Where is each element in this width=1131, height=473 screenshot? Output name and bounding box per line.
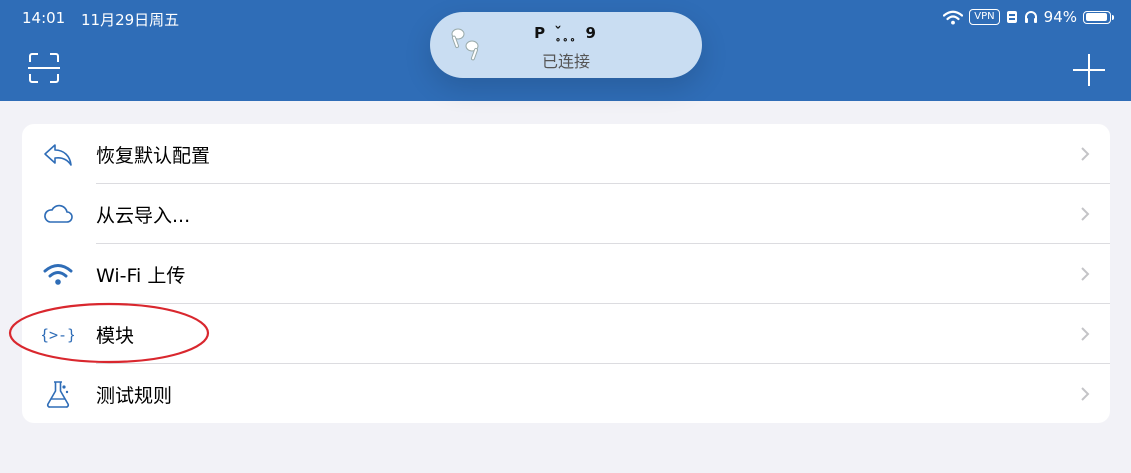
add-icon[interactable] bbox=[1071, 52, 1107, 88]
headphones-icon bbox=[1024, 11, 1037, 23]
vpn-badge: VPN bbox=[969, 9, 1000, 25]
menu-item-modules[interactable]: {>-} 模块 bbox=[22, 304, 1110, 364]
chevron-right-icon bbox=[1081, 267, 1090, 281]
device-name: P ˇ̥ ̥ ̥ 9 bbox=[534, 24, 598, 42]
connection-status: 已连接 bbox=[541, 52, 590, 71]
chevron-right-icon bbox=[1081, 387, 1090, 401]
svg-text:{>-}: {>-} bbox=[42, 326, 74, 344]
battery-percent: 94% bbox=[1043, 8, 1077, 26]
id-card-icon bbox=[1006, 11, 1017, 23]
status-indicators: VPN 94% bbox=[943, 8, 1114, 26]
chevron-right-icon bbox=[1081, 207, 1090, 221]
menu-item-test-rules[interactable]: 测试规则 bbox=[22, 364, 1110, 423]
reply-arrow-icon bbox=[44, 144, 72, 166]
wifi-icon bbox=[43, 264, 73, 285]
menu-item-restore-defaults[interactable]: 恢复默认配置 bbox=[22, 124, 1110, 184]
chevron-right-icon bbox=[1081, 327, 1090, 341]
menu-item-label: 从云导入... bbox=[96, 205, 191, 227]
settings-menu-card: 恢复默认配置 从云导入... Wi-Fi 上传 {>-} 模块 bbox=[22, 124, 1110, 423]
status-date: 11月29日周五 bbox=[81, 11, 180, 29]
menu-item-import-from-cloud[interactable]: 从云导入... bbox=[22, 184, 1110, 244]
wifi-status-icon bbox=[943, 10, 964, 24]
chevron-right-icon bbox=[1081, 147, 1090, 161]
cloud-icon bbox=[44, 204, 73, 223]
menu-item-label: Wi-Fi 上传 bbox=[96, 265, 186, 287]
menu-item-label: 测试规则 bbox=[96, 385, 173, 407]
scan-icon[interactable] bbox=[28, 52, 60, 84]
menu-item-wifi-upload[interactable]: Wi-Fi 上传 bbox=[22, 244, 1110, 304]
menu-item-label: 恢复默认配置 bbox=[96, 145, 211, 167]
flask-icon bbox=[46, 381, 70, 408]
code-braces-icon: {>-} bbox=[42, 326, 74, 344]
status-time: 14:01 bbox=[22, 9, 66, 27]
menu-item-label: 模块 bbox=[96, 325, 135, 347]
battery-icon bbox=[1083, 10, 1114, 24]
airpods-connection-island[interactable]: P ˇ̥ ̥ ̥ 9 已连接 bbox=[430, 12, 702, 78]
